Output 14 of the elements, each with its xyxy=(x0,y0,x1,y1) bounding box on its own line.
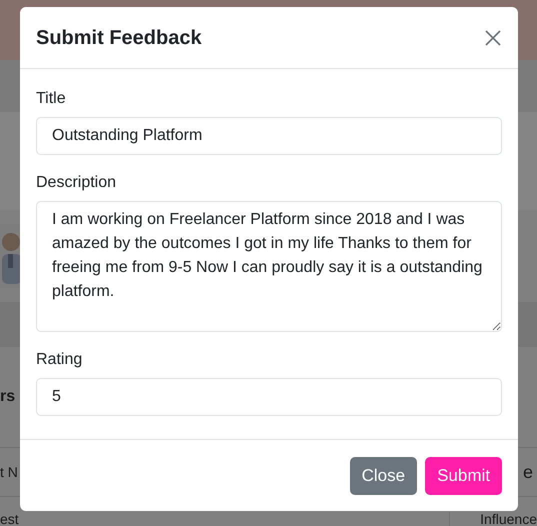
text-field[interactable]: Outstanding Platform xyxy=(36,117,502,155)
close-icon[interactable] xyxy=(484,28,502,46)
field-label: Title xyxy=(36,89,67,109)
close-button[interactable]: Close xyxy=(350,456,418,494)
field-label: Description xyxy=(36,173,118,193)
column-header: t N xyxy=(0,462,18,482)
field-label: Rating xyxy=(36,350,84,370)
description-field[interactable]: I am working on Freelancer Platform since 2018 and I was amazed by the outcomes I got in my life Thanks to them for freeing me from 9-5 Now I can proudly say it is a outstanding platform. xyxy=(36,201,502,332)
table-cell: est xyxy=(0,512,19,526)
dialog-title: Submit Feedback xyxy=(36,26,202,50)
section-heading: rs xyxy=(0,387,16,407)
column-header: e xyxy=(522,460,533,484)
table-cell: Influence xyxy=(449,512,537,526)
text-field[interactable]: 5 xyxy=(36,378,502,416)
